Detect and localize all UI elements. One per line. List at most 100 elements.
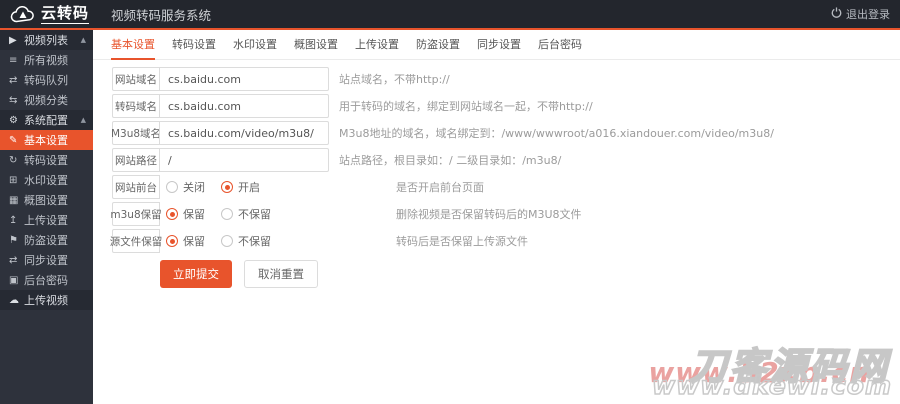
tab-basic-settings[interactable]: 基本设置 (111, 30, 155, 60)
radio-label: 开启 (238, 181, 260, 194)
radio-icon (166, 208, 178, 220)
sidebar-item-label: 视频分类 (24, 94, 68, 107)
field-m3u8-domain: M3u8域名 M3u8地址的域名，域名绑定到：/www/wwwroot/a016… (111, 121, 900, 145)
m3u8-keep-label: m3u8保留 (110, 202, 162, 226)
site-frontend-radio-group: 关闭 开启 (166, 179, 386, 195)
video-camera-icon (9, 35, 24, 46)
sidebar-item-video-list[interactable]: 视频列表 (0, 30, 93, 50)
sidebar-item-label: 转码队列 (24, 74, 68, 87)
submit-button[interactable]: 立即提交 (160, 260, 232, 288)
field-site-frontend: 网站前台 关闭 开启 是否开启前台页面 (112, 175, 900, 199)
app-header: 云转码 视频转码服务系统 退出登录 (0, 0, 900, 28)
sidebar-item-admin-password[interactable]: 后台密码 (0, 270, 93, 290)
sidebar-item-label: 后台密码 (24, 274, 68, 287)
radio-label: 保留 (183, 235, 205, 248)
site-domain-label: 网站域名 (112, 67, 160, 91)
radio-option-keep[interactable]: 保留 (166, 233, 205, 249)
sidebar-item-basic-settings[interactable]: 基本设置 (0, 130, 93, 150)
tab-antitheft-settings[interactable]: 防盗设置 (416, 30, 460, 60)
sidebar-item-sync-settings[interactable]: 同步设置 (0, 250, 93, 270)
source-keep-hint: 转码后是否保留上传源文件 (396, 235, 528, 248)
sidebar-item-label: 视频列表 (24, 34, 68, 47)
refresh-icon (9, 155, 24, 166)
radio-option-on[interactable]: 开启 (221, 179, 260, 195)
upload-icon (9, 215, 24, 226)
sidebar-item-video-category[interactable]: 视频分类 (0, 90, 93, 110)
radio-icon (221, 208, 233, 220)
sidebar-item-thumbnail-settings[interactable]: 概图设置 (0, 190, 93, 210)
tab-thumbnail-settings[interactable]: 概图设置 (294, 30, 338, 60)
sidebar-item-label: 概图设置 (24, 194, 68, 207)
tab-watermark-settings[interactable]: 水印设置 (233, 30, 277, 60)
logo-text: 云转码 (41, 3, 90, 24)
radio-label: 保留 (183, 208, 205, 221)
source-keep-label: 源文件保留 (110, 229, 162, 253)
caret-up-icon (81, 116, 86, 124)
site-domain-hint: 站点域名，不带http:// (339, 73, 450, 86)
site-frontend-hint: 是否开启前台页面 (396, 181, 484, 194)
radio-icon (166, 181, 178, 193)
flag-icon (9, 235, 24, 246)
field-source-keep: 源文件保留 保留 不保留 转码后是否保留上传源文件 (110, 229, 900, 253)
sidebar-item-all-videos[interactable]: 所有视频 (0, 50, 93, 70)
radio-icon (221, 181, 233, 193)
sidebar-item-transcode-settings[interactable]: 转码设置 (0, 150, 93, 170)
radio-icon (166, 235, 178, 247)
cloud-logo-icon (10, 5, 36, 23)
power-icon (831, 7, 842, 21)
sidebar-item-label: 上传设置 (24, 214, 68, 227)
form-actions: 立即提交 取消重置 (160, 260, 900, 288)
tab-admin-password[interactable]: 后台密码 (538, 30, 582, 60)
sidebar-item-system-config[interactable]: 系统配置 (0, 110, 93, 130)
sidebar-item-label: 同步设置 (24, 254, 68, 267)
radio-option-off[interactable]: 关闭 (166, 179, 205, 195)
sidebar: 视频列表 所有视频 转码队列 视频分类 系统配置 基本设置 转码设置 水印设置 … (0, 30, 93, 404)
radio-icon (221, 235, 233, 247)
m3u8-keep-radio-group: 保留 不保留 (166, 206, 386, 222)
logout-button[interactable]: 退出登录 (831, 6, 890, 22)
shuffle-icon (9, 95, 24, 106)
transcode-domain-input[interactable] (159, 94, 329, 118)
list-icon (9, 55, 24, 66)
watermark-site-url: www.dkewl.com (651, 370, 892, 401)
source-keep-radio-group: 保留 不保留 (166, 233, 386, 249)
caret-up-icon (81, 36, 86, 44)
sidebar-item-antitheft-settings[interactable]: 防盗设置 (0, 230, 93, 250)
transcode-domain-label: 转码域名 (112, 94, 160, 118)
m3u8-domain-label: M3u8域名 (111, 121, 161, 145)
edit-icon (9, 135, 24, 146)
radio-label: 关闭 (183, 181, 205, 194)
gear-icon (9, 115, 24, 126)
settings-tabbar: 基本设置 转码设置 水印设置 概图设置 上传设置 防盗设置 同步设置 后台密码 (93, 30, 900, 60)
sidebar-item-watermark-settings[interactable]: 水印设置 (0, 170, 93, 190)
site-path-input[interactable] (159, 148, 329, 172)
site-path-label: 网站路径 (112, 148, 160, 172)
radio-label: 不保留 (238, 235, 271, 248)
logo-link[interactable]: 云转码 (10, 3, 90, 24)
m3u8-domain-input[interactable] (159, 121, 329, 145)
logout-label: 退出登录 (846, 8, 890, 21)
field-m3u8-keep: m3u8保留 保留 不保留 删除视频是否保留转码后的M3U8文件 (110, 202, 900, 226)
sidebar-item-transcode-queue[interactable]: 转码队列 (0, 70, 93, 90)
sidebar-item-label: 转码设置 (24, 154, 68, 167)
sidebar-item-upload-video[interactable]: 上传视频 (0, 290, 93, 310)
radio-label: 不保留 (238, 208, 271, 221)
sidebar-item-label: 系统配置 (24, 114, 68, 127)
field-site-path: 网站路径 站点路径，根目录如：/ 二级目录如：/m3u8/ (112, 148, 900, 172)
tab-transcode-settings[interactable]: 转码设置 (172, 30, 216, 60)
radio-option-keep[interactable]: 保留 (166, 206, 205, 222)
image-icon (9, 195, 24, 206)
radio-option-discard[interactable]: 不保留 (221, 206, 271, 222)
reset-button[interactable]: 取消重置 (244, 260, 318, 288)
field-transcode-domain: 转码域名 用于转码的域名，绑定到网站域名一起，不带http:// (112, 94, 900, 118)
sidebar-item-upload-settings[interactable]: 上传设置 (0, 210, 93, 230)
tab-upload-settings[interactable]: 上传设置 (355, 30, 399, 60)
tab-sync-settings[interactable]: 同步设置 (477, 30, 521, 60)
crop-icon (9, 175, 24, 186)
site-domain-input[interactable] (159, 67, 329, 91)
site-frontend-label: 网站前台 (112, 175, 160, 199)
radio-option-discard[interactable]: 不保留 (221, 233, 271, 249)
app-title: 视频转码服务系统 (111, 7, 212, 23)
sidebar-item-label: 上传视频 (24, 294, 68, 307)
field-site-domain: 网站域名 站点域名，不带http:// (112, 67, 900, 91)
